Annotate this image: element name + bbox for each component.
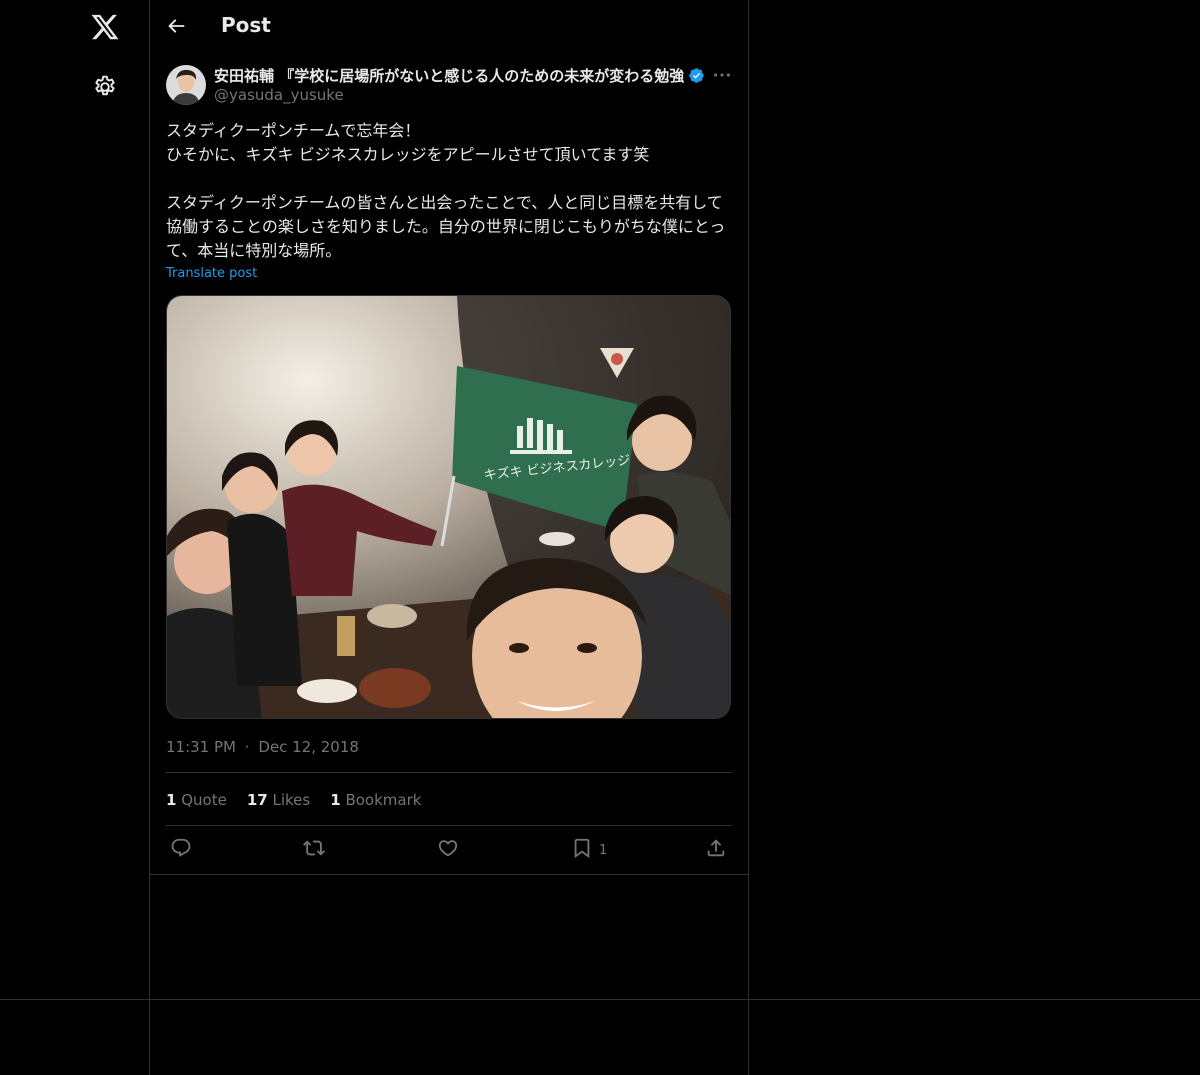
post-time: 11:31 PM [166, 738, 236, 756]
share-button[interactable] [705, 838, 727, 862]
divider [166, 772, 732, 773]
quotes-label: Quote [181, 791, 227, 809]
bookmarks-label: Bookmark [345, 791, 422, 809]
page-title: Post [221, 13, 271, 37]
post-photo[interactable]: キズキ ビジネスカレッジ [166, 295, 731, 719]
repost-button[interactable] [303, 838, 325, 862]
bookmark-button[interactable]: 1 [571, 838, 607, 862]
footer-divider [0, 999, 1200, 1000]
bookmark-count: 1 [599, 842, 608, 858]
likes-stat[interactable]: 17 Likes [247, 791, 310, 809]
post-header: Post [149, 0, 748, 54]
divider [166, 825, 732, 826]
verified-badge-icon [688, 67, 705, 84]
translate-post-link[interactable]: Translate post [166, 266, 257, 281]
bookmark-icon [571, 837, 593, 863]
share-icon [705, 837, 727, 863]
repost-icon [303, 837, 325, 863]
post-timestamp[interactable]: 11:31 PM · Dec 12, 2018 [166, 738, 359, 756]
post-date: Dec 12, 2018 [258, 738, 359, 756]
heart-icon [437, 837, 459, 863]
author-handle[interactable]: @yasuda_yusuke [214, 86, 344, 104]
post-bottom-border [149, 874, 748, 875]
author-name[interactable]: 安田祐輔 『学校に居場所がないと感じる人のための未来が変わる勉強法』 [214, 65, 684, 86]
reply-button[interactable] [170, 838, 192, 862]
like-button[interactable] [437, 838, 459, 862]
x-logo-icon[interactable] [90, 12, 120, 42]
left-nav-rail [0, 0, 150, 1075]
more-horizontal-icon[interactable] [711, 65, 733, 85]
post-actions: 1 [166, 838, 732, 862]
likes-count: 17 [246, 791, 268, 809]
reply-icon [170, 837, 192, 863]
post-text: スタディクーポンチームで忘年会！ ひそかに、キズキ ビジネスカレッジをアピールさ… [166, 119, 732, 263]
bookmarks-stat[interactable]: 1 Bookmark [330, 791, 421, 809]
quotes-count: 1 [166, 791, 177, 809]
post-stats: 1 Quote 17 Likes 1 Bookmark [166, 791, 421, 809]
likes-label: Likes [272, 791, 311, 809]
post-text-line: ひそかに、キズキ ビジネスカレッジをアピールさせて頂いてます笑 [166, 145, 650, 164]
arrow-left-icon[interactable] [165, 15, 187, 37]
post-text-paragraph: スタディクーポンチームの皆さんと出会ったことで、人と同じ目標を共有して協働するこ… [166, 193, 726, 260]
quotes-stat[interactable]: 1 Quote [166, 791, 227, 809]
gear-icon[interactable] [92, 74, 118, 100]
timestamp-separator: · [244, 738, 250, 756]
bookmarks-count: 1 [330, 791, 341, 809]
post-text-line: スタディクーポンチームで忘年会！ [166, 121, 421, 140]
avatar[interactable] [166, 65, 206, 105]
main-column: Post 安田祐輔 『学校に居場所がないと感じる人のための未来が変わる勉強法』 … [149, 0, 749, 1075]
